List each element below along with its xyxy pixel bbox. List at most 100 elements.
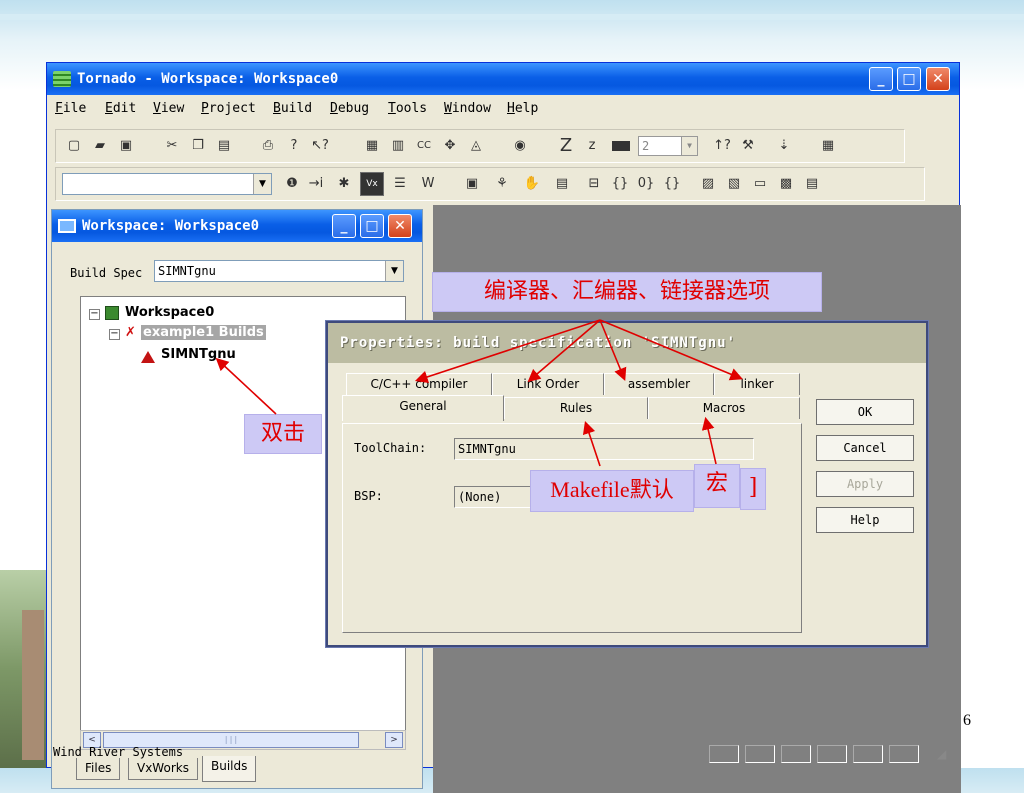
break-icon[interactable]: ▤ (550, 172, 574, 196)
standard-toolbar: ▢ ▰ ▣ ✂ ❐ ▤ ⎙ ? ↖? ▦ ▥ CC ✥ ◬ ◉ Z z 2 ▼ … (55, 129, 905, 163)
debug-toolbar: ▼ ❶ →i ✱ Vx ☰ W ▣ ⚘ ✋ ▤ ⊟ {} 0} {} ▨ ▧ ▭… (55, 167, 925, 201)
workspace-icon (105, 306, 119, 320)
menu-edit[interactable]: Edit (105, 101, 136, 116)
z-small-icon[interactable]: z (580, 134, 604, 158)
cc-icon[interactable]: CC (412, 134, 436, 158)
target-icon[interactable]: ◬ (464, 134, 488, 158)
toolchain-field[interactable]: SIMNTgnu (454, 438, 754, 460)
log-icon[interactable]: ▤ (800, 172, 824, 196)
main-titlebar[interactable]: Tornado - Workspace: Workspace0 _ □ ✕ (47, 63, 959, 95)
registers-icon[interactable]: ▧ (722, 172, 746, 196)
open-icon[interactable]: ▰ (88, 134, 112, 158)
dialog-tabs-front-row: General Rules Macros (342, 395, 804, 421)
project-icon: ✗ (125, 325, 136, 340)
resize-grip-icon[interactable]: ◢ (937, 747, 946, 761)
step-out-icon[interactable]: 0} (634, 172, 658, 196)
chevron-down-icon[interactable]: ▼ (385, 261, 403, 281)
minimize-button[interactable]: _ (869, 67, 893, 91)
ok-button[interactable]: OK (816, 399, 914, 425)
tree-node-workspace[interactable]: Workspace0 (125, 305, 214, 320)
tree-node-build-spec[interactable]: SIMNTgnu (161, 347, 236, 362)
memory-icon[interactable]: ▨ (696, 172, 720, 196)
tab-macros[interactable]: Macros (648, 397, 800, 419)
dialog-title: Properties: build specification 'SIMNTgn… (340, 335, 737, 351)
paste-icon[interactable]: ▤ (212, 134, 236, 158)
tree-node-project[interactable]: example1 Builds (141, 325, 266, 340)
tab-link-order[interactable]: Link Order (492, 373, 604, 395)
tab-linker[interactable]: linker (714, 373, 800, 395)
status-pane (817, 745, 847, 763)
page-number: 6 (963, 712, 971, 729)
status-pane (853, 745, 883, 763)
workspace-maximize-button[interactable]: □ (360, 214, 384, 238)
tornado-icon (53, 71, 71, 87)
tree-expander[interactable]: − (109, 329, 120, 340)
menu-tools[interactable]: Tools (388, 101, 427, 116)
download-icon[interactable]: ✥ (438, 134, 462, 158)
tab-cc-compiler[interactable]: C/C++ compiler (346, 373, 492, 395)
run-icon[interactable]: ⚘ (490, 172, 514, 196)
tree-expander[interactable]: − (89, 309, 100, 320)
menu-file[interactable]: File (55, 101, 86, 116)
menu-view[interactable]: View (153, 101, 184, 116)
maximize-button[interactable]: □ (897, 67, 921, 91)
help-button[interactable]: Help (816, 507, 914, 533)
annotation-bracket: ] (740, 468, 766, 510)
browser-icon[interactable]: W (416, 172, 440, 196)
build-spec-combo[interactable]: SIMNTgnu ▼ (154, 260, 404, 282)
info-icon[interactable]: ❶ (280, 172, 304, 196)
toolbar-target-combo[interactable]: ▼ (62, 173, 272, 195)
annotation-makefile-default: Makefile默认 (530, 470, 694, 512)
cancel-button[interactable]: Cancel (816, 435, 914, 461)
tools-icon[interactable]: ⚒ (736, 134, 760, 158)
print-icon[interactable]: ⎙ (256, 134, 280, 158)
rebuild-icon[interactable]: ▥ (386, 134, 410, 158)
save-icon[interactable]: ▣ (114, 134, 138, 158)
build-spec-icon (141, 351, 155, 363)
menu-help[interactable]: Help (507, 101, 538, 116)
dialog-titlebar[interactable]: Properties: build specification 'SIMNTgn… (328, 323, 926, 363)
cut-icon[interactable]: ✂ (160, 134, 184, 158)
continue-icon[interactable]: {} (660, 172, 684, 196)
backtrace-icon[interactable]: ▩ (774, 172, 798, 196)
menu-project[interactable]: Project (201, 101, 256, 116)
tab-rules[interactable]: Rules (504, 397, 648, 419)
workspace-close-button[interactable]: ✕ (388, 214, 412, 238)
step-into-icon[interactable]: ⊟ (582, 172, 606, 196)
menu-window[interactable]: Window (444, 101, 491, 116)
close-button[interactable]: ✕ (926, 67, 950, 91)
z-icon[interactable]: Z (554, 134, 578, 158)
debug-icon[interactable]: ◉ (508, 134, 532, 158)
apply-button[interactable]: Apply (816, 471, 914, 497)
window-icon[interactable]: ▦ (816, 134, 840, 158)
stop-icon[interactable]: ▣ (460, 172, 484, 196)
window-title: Tornado - Workspace: Workspace0 (77, 71, 339, 87)
step-over-icon[interactable]: {} (608, 172, 632, 196)
workspace-minimize-button[interactable]: _ (332, 214, 356, 238)
workspace-titlebar[interactable]: Workspace: Workspace0 _ □ ✕ (52, 210, 422, 242)
tab-assembler[interactable]: assembler (604, 373, 714, 395)
annotation-compiler-options: 编译器、汇编器、链接器选项 (432, 272, 822, 312)
menu-debug[interactable]: Debug (330, 101, 369, 116)
workspace-window-icon (58, 219, 76, 233)
step-icon[interactable]: →i (304, 172, 328, 196)
question-icon[interactable]: ↑? (710, 134, 734, 158)
build-icon[interactable]: ▦ (360, 134, 384, 158)
help-icon[interactable]: ? (282, 134, 306, 158)
variables-icon[interactable]: ▭ (748, 172, 772, 196)
dialog-tabs-back-row: C/C++ compiler Link Order assembler link… (346, 373, 806, 395)
status-text: Wind River Systems (53, 745, 184, 759)
hand-icon[interactable]: ✋ (520, 172, 544, 196)
tab-general[interactable]: General (342, 395, 504, 421)
context-help-icon[interactable]: ↖? (308, 134, 332, 158)
new-icon[interactable]: ▢ (62, 134, 86, 158)
progress-icon (608, 134, 634, 158)
bug-icon[interactable]: ✱ (332, 172, 356, 196)
vx-icon[interactable]: Vx (360, 172, 384, 196)
insert-icon[interactable]: ⇣ (772, 134, 796, 158)
annotation-macro: 宏 (694, 464, 740, 508)
toolbar-combo[interactable]: 2 ▼ (638, 136, 698, 156)
menu-build[interactable]: Build (273, 101, 312, 116)
shell-icon[interactable]: ☰ (388, 172, 412, 196)
copy-icon[interactable]: ❐ (186, 134, 210, 158)
